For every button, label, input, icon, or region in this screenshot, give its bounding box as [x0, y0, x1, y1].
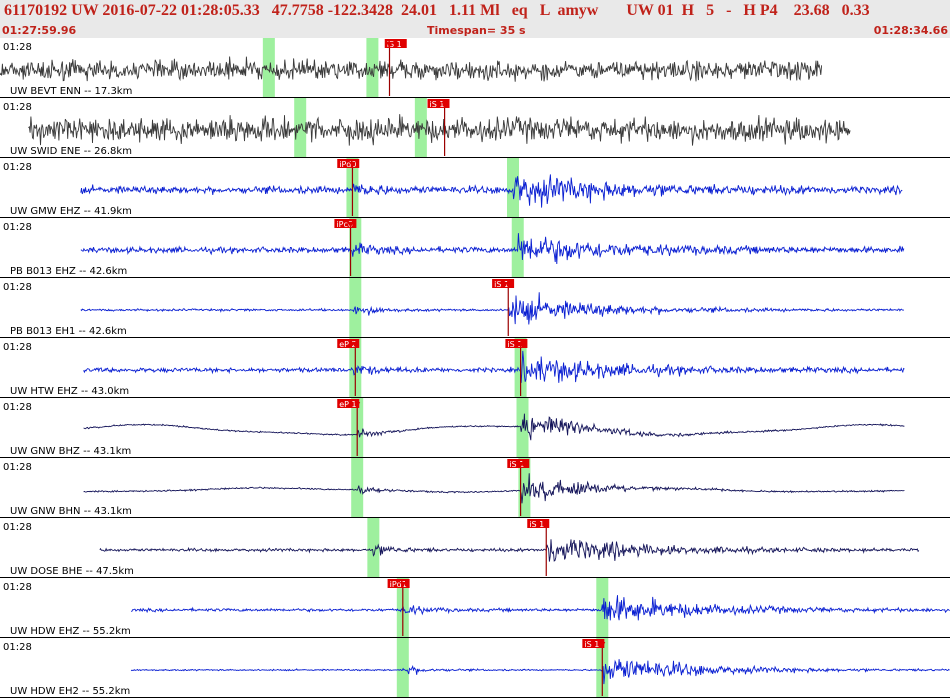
- waveform-trace: [130, 659, 950, 685]
- time-bar: 01:27:59.96 Timespan= 35 s 01:28:34.66: [0, 22, 950, 38]
- station-label: UW GMW EHZ -- 41.9km: [10, 206, 132, 217]
- pick-window: [516, 398, 529, 458]
- pick-label: iS 1: [529, 520, 544, 529]
- row-time-label: 01:28: [3, 402, 32, 413]
- channel-row[interactable]: eP 2 iS 101:28UW HTW EHZ -- 43.0km: [0, 338, 950, 398]
- waveform-trace: [80, 233, 905, 265]
- row-time-label: 01:28: [3, 642, 32, 653]
- row-time-label: 01:28: [3, 582, 32, 593]
- waveform-trace: [99, 539, 920, 562]
- row-time-label: 01:28: [3, 522, 32, 533]
- row-time-label: 01:28: [3, 102, 32, 113]
- channel-row[interactable]: iS 1 01:28 UW SWID ENE -- 26.8km: [0, 98, 950, 158]
- waveform-trace: [83, 473, 905, 504]
- station-label: UW BEVT ENN -- 17.3km: [10, 86, 132, 97]
- waveform-trace: [83, 350, 905, 383]
- station-label: UW DOSE BHE -- 47.5km: [10, 566, 134, 577]
- waveform-trace: [80, 174, 903, 208]
- waveform-trace: [0, 56, 823, 82]
- waveform-trace: [28, 114, 851, 146]
- station-label: UW HDW EHZ -- 55.2km: [10, 626, 131, 637]
- pick-label: eP 1: [339, 400, 356, 409]
- channel-row[interactable]: iS 101:28UW BEVT ENN -- 17.3km: [0, 38, 950, 98]
- station-label: UW HDW EH2 -- 55.2km: [10, 686, 130, 697]
- row-time-label: 01:28: [3, 42, 32, 53]
- row-time-label: 01:28: [3, 342, 32, 353]
- row-time-label: 01:28: [3, 462, 32, 473]
- channel-row[interactable]: iS 1 01:28 UW HDW EH2 -- 55.2km: [0, 638, 950, 698]
- pick-window: [366, 38, 379, 98]
- row-time-label: 01:28: [3, 282, 32, 293]
- station-label: UW GNW BHZ -- 43.1km: [10, 446, 131, 457]
- seismogram-panel[interactable]: iS 1 01:28 UW BEVT ENN -- 17.3km iS 1 01:28 U…: [0, 38, 950, 700]
- station-label: UW HTW EHZ -- 43.0km: [10, 386, 129, 397]
- station-label: PB B013 EHZ -- 42.6km: [10, 266, 127, 277]
- channel-row[interactable]: iS 101:28UW GNW BHN -- 43.1km: [0, 458, 950, 518]
- station-label: UW SWID ENE -- 26.8km: [10, 146, 132, 157]
- pick-label: iS 1: [584, 640, 599, 649]
- waveform-trace: [131, 595, 950, 621]
- row-time-label: 01:28: [3, 222, 32, 233]
- pick-window: [396, 638, 409, 698]
- channel-row[interactable]: iS 1 01:28 UW DOSE BHE -- 47.5km: [0, 518, 950, 578]
- station-label: UW GNW BHN -- 43.1km: [10, 506, 132, 517]
- timespan-label: Timespan= 35 s: [427, 24, 526, 37]
- waveform-trace: [80, 292, 905, 325]
- channel-row[interactable]: iPd001:28UW GMW EHZ -- 41.9km: [0, 158, 950, 218]
- start-time: 01:27:59.96: [2, 24, 77, 37]
- pick-window: [262, 38, 275, 98]
- channel-row[interactable]: iPc001:28PB B013 EHZ -- 42.6km: [0, 218, 950, 278]
- end-time: 01:28:34.66: [873, 24, 948, 37]
- waveform-trace: [83, 413, 905, 441]
- channel-row[interactable]: eP 1 01:28 UW GNW BHZ -- 43.1km: [0, 398, 950, 458]
- channel-row[interactable]: iS 101:28PB B013 EH1 -- 42.6km: [0, 278, 950, 338]
- station-label: PB B013 EH1 -- 42.6km: [10, 326, 127, 337]
- row-time-label: 01:28: [3, 162, 32, 173]
- channel-row[interactable]: iPd101:28UW HDW EHZ -- 55.2km: [0, 578, 950, 638]
- pick-label: iS 1: [430, 100, 445, 109]
- event-header: 61170192 UW 2016-07-22 01:28:05.33 47.77…: [0, 0, 950, 22]
